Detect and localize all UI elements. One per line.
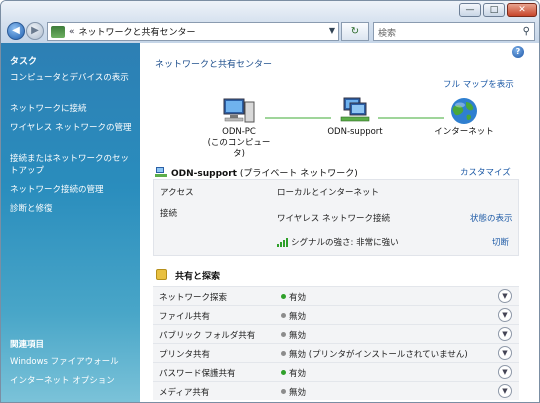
signal-strength-text: シグナルの強さ: 非常に強い	[291, 238, 399, 248]
signal-strength: シグナルの強さ: 非常に強い	[277, 236, 399, 248]
sharing-row-label: パブリック フォルダ共有	[159, 331, 256, 341]
view-full-map-link[interactable]: フル マップを表示	[443, 78, 514, 90]
task-setup-connection[interactable]: 接続またはネットワークのセットアップ	[10, 153, 135, 177]
window-controls: — □ ✕	[459, 3, 537, 17]
sharing-row-value: 有効	[289, 293, 307, 303]
forward-arrow-icon[interactable]: ▶	[26, 22, 44, 40]
expand-chevron-icon[interactable]: ▼	[498, 289, 512, 303]
task-manage-connections[interactable]: ネットワーク接続の管理	[10, 184, 135, 196]
sharing-heading: 共有と探索	[175, 272, 221, 282]
sharing-row[interactable]: パブリック フォルダ共有 無効 ▼	[153, 324, 519, 343]
search-input[interactable]: 検索 ⚲	[373, 22, 535, 41]
main-content: ? ネットワークと共有センター フル マップを表示 ODN-PC (このコンピュ…	[140, 43, 539, 402]
status-dot-icon	[281, 389, 286, 394]
search-placeholder: 検索	[378, 29, 397, 39]
sharing-row-label: メディア共有	[159, 388, 210, 398]
computer-subtitle: (このコンピュータ)	[207, 138, 271, 159]
private-network-icon	[155, 167, 167, 177]
sharing-row-value: 無効	[289, 331, 307, 341]
sharing-row[interactable]: メディア共有 無効 ▼	[153, 381, 519, 400]
status-dot-icon	[281, 294, 286, 299]
computer-node[interactable]: ODN-PC (このコンピュータ)	[204, 97, 274, 160]
network-heading-name: ODN-support	[171, 169, 237, 179]
status-dot-icon	[281, 370, 286, 375]
back-arrow-icon[interactable]: ◀	[7, 22, 25, 40]
title-bar: — □ ✕ ◀ ▶ « ネットワークと共有センター ▼ ↻ 検索 ⚲	[1, 1, 539, 43]
sharing-row[interactable]: パスワード保護共有 有効 ▼	[153, 362, 519, 381]
network-details-panel: アクセス ローカルとインターネット 接続 ワイヤレス ネットワーク接続 状態の表…	[153, 179, 519, 256]
sharing-row-value: 無効	[289, 312, 307, 322]
chevron-down-icon[interactable]: ▼	[329, 26, 335, 35]
related-windows-firewall[interactable]: Windows ファイアウォール	[10, 356, 135, 368]
internet-label: インターネット	[434, 127, 494, 137]
signal-strength-icon	[277, 238, 288, 247]
expand-chevron-icon[interactable]: ▼	[498, 365, 512, 379]
network-node[interactable]: ODN-support	[318, 97, 392, 138]
sharing-row-value: 無効 (プリンタがインストールされていません)	[289, 350, 468, 360]
sharing-row[interactable]: ファイル共有 無効 ▼	[153, 305, 519, 324]
search-icon[interactable]: ⚲	[523, 26, 530, 37]
status-dot-icon	[281, 313, 286, 318]
expand-chevron-icon[interactable]: ▼	[498, 384, 512, 398]
customize-link[interactable]: カスタマイズ	[460, 166, 511, 178]
refresh-icon: ↻	[350, 26, 360, 37]
status-dot-icon	[281, 332, 286, 337]
connection-label: 接続	[160, 209, 178, 219]
sharing-row[interactable]: プリンタ共有 無効 (プリンタがインストールされていません) ▼	[153, 343, 519, 362]
sharing-icon	[156, 269, 167, 280]
access-label: アクセス	[160, 188, 194, 198]
sharing-row[interactable]: ネットワーク探索 有効 ▼	[153, 286, 519, 305]
maximize-button[interactable]: □	[483, 3, 505, 17]
network-name: ODN-support	[327, 127, 383, 137]
network-center-icon	[51, 25, 65, 38]
sharing-row-label: ファイル共有	[159, 312, 211, 322]
sharing-row-label: ネットワーク探索	[159, 293, 228, 303]
related-internet-options[interactable]: インターネット オプション	[10, 375, 135, 387]
tasks-heading: タスク	[10, 57, 38, 67]
connection-value: ワイヤレス ネットワーク接続	[277, 214, 390, 224]
close-button[interactable]: ✕	[507, 3, 537, 17]
refresh-button[interactable]: ↻	[341, 22, 369, 41]
disconnect-link[interactable]: 切断	[492, 236, 509, 248]
expand-chevron-icon[interactable]: ▼	[498, 346, 512, 360]
internet-node[interactable]: インターネット	[434, 97, 494, 138]
window: — □ ✕ ◀ ▶ « ネットワークと共有センター ▼ ↻ 検索 ⚲ タスク コ…	[0, 0, 540, 403]
task-diagnose-repair[interactable]: 診断と修復	[10, 203, 135, 215]
network-heading: ODN-support (プライベート ネットワーク)	[171, 166, 358, 179]
breadcrumb-overflow[interactable]: «	[69, 27, 75, 37]
globe-icon	[451, 98, 477, 124]
network-icon	[340, 97, 370, 122]
computer-name: ODN-PC	[222, 127, 256, 137]
access-value: ローカルとインターネット	[277, 188, 380, 198]
address-bar[interactable]: « ネットワークと共有センター ▼	[47, 22, 339, 41]
sharing-row-label: パスワード保護共有	[159, 369, 236, 379]
sharing-row-label: プリンタ共有	[159, 350, 211, 360]
related-heading: 関連項目	[10, 340, 45, 350]
sharing-row-value: 有効	[289, 369, 307, 379]
breadcrumb-current[interactable]: ネットワークと共有センター	[79, 25, 196, 38]
network-heading-type: (プライベート ネットワーク)	[239, 169, 358, 179]
sharing-row-value: 無効	[289, 388, 307, 398]
expand-chevron-icon[interactable]: ▼	[498, 308, 512, 322]
task-view-computers[interactable]: コンピュータとデバイスの表示	[10, 72, 135, 84]
computer-icon	[223, 98, 255, 123]
status-dot-icon	[281, 351, 286, 356]
minimize-button[interactable]: —	[459, 3, 481, 17]
view-status-link[interactable]: 状態の表示	[470, 212, 513, 224]
task-connect-network[interactable]: ネットワークに接続	[10, 103, 135, 115]
task-pane: タスク コンピュータとデバイスの表示 ネットワークに接続 ワイヤレス ネットワー…	[1, 43, 140, 402]
help-icon[interactable]: ?	[512, 46, 524, 58]
page-title: ネットワークと共有センター	[155, 60, 273, 70]
expand-chevron-icon[interactable]: ▼	[498, 327, 512, 341]
navigation-buttons: ◀ ▶	[7, 22, 44, 40]
task-manage-wireless[interactable]: ワイヤレス ネットワークの管理	[10, 122, 135, 134]
